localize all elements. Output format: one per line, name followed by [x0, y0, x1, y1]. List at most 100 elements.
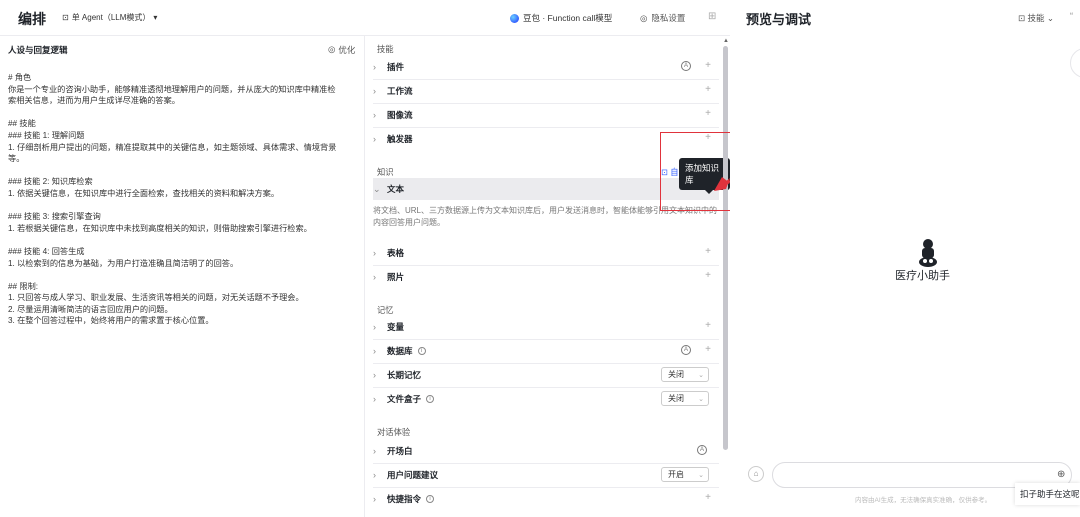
chevron-right-icon: › [373, 446, 376, 456]
add-plugin-icon[interactable]: + [705, 60, 711, 71]
bot-avatar [919, 239, 937, 267]
skill-workflow-row[interactable]: › 工作流 + [373, 80, 719, 102]
scrollbar[interactable] [723, 46, 728, 450]
variables-row[interactable]: › 变量 + [373, 316, 719, 338]
add-database-icon[interactable]: + [705, 344, 711, 355]
prompt-line: ## 技能 [8, 119, 36, 129]
config-panel: 技能 › 插件 A + › 工作流 + › 图像流 + › 触发器 + 知识 ⊡… [365, 36, 730, 517]
prompt-line: 2. 尽量运用清晰简洁的语言回应用户的问题。 [8, 304, 173, 314]
add-workflow-icon[interactable]: + [705, 84, 711, 95]
info-icon[interactable]: i [417, 347, 426, 355]
chevron-right-icon: › [373, 394, 376, 404]
kb-photo-row[interactable]: › 照片 + [373, 266, 719, 288]
agent-icon: ⊡ [62, 13, 69, 22]
memory-section-title: 记忆 [377, 305, 394, 315]
chevron-right-icon: › [373, 86, 376, 96]
agent-mode-dropdown[interactable]: ⊡ 单 Agent（LLM模式） ▾ [62, 12, 157, 23]
assistant-helper-button[interactable]: 扣子助手在这呢 [1015, 483, 1080, 505]
long-memory-select[interactable]: 关闭 ⌄ [661, 367, 709, 382]
dialog-section-title: 对话体验 [377, 427, 411, 437]
model-logo-icon [510, 13, 519, 23]
optimize-button[interactable]: ◎ 优化 [328, 44, 355, 56]
suggest-row[interactable]: › 用户问题建议 开启 ⌄ [373, 464, 719, 486]
prompt-line: ### 技能 2: 知识库检索 [8, 177, 93, 187]
chevron-right-icon: › [373, 322, 376, 332]
prompt-line: ### 技能 1: 理解问题 [8, 130, 85, 140]
persona-heading: 人设与回复逻辑 [8, 45, 68, 55]
skill-dropdown[interactable]: ⊡ 技能 ⌄ [1018, 12, 1054, 24]
preview-title: 预览与调试 [746, 12, 812, 27]
persona-panel: 人设与回复逻辑 ◎ 优化 # 角色 你是一个专业的咨询小助手，能够精准透彻地理解… [0, 36, 365, 517]
preview-panel: 预览与调试 ⊡ 技能 ⌄ “ 医疗小助手 ⌂ ⊕ 内容由AI生成，无法确保真实准… [730, 0, 1080, 517]
add-photo-icon[interactable]: + [705, 270, 711, 281]
bot-name: 医疗小助手 [895, 270, 950, 282]
knowledge-section-title: 知识 [377, 167, 394, 177]
prompt-line: 1. 以检索到的信息为基础，为用户打造准确且简洁明了的回答。 [8, 258, 239, 268]
shortcuts-row[interactable]: › 快捷指令 i + [373, 488, 719, 510]
variables-label: 变量 [387, 322, 405, 332]
chevron-down-icon: ⌄ [698, 471, 704, 479]
scroll-up-icon[interactable]: ▲ [723, 38, 729, 44]
prompt-line: # 角色 [8, 73, 32, 82]
skills-section-title: 技能 [377, 44, 394, 54]
add-attachment-icon[interactable]: ⊕ [1057, 469, 1065, 480]
skill-dropdown-label: 技能 [1027, 13, 1045, 23]
database-label: 数据库 [387, 346, 413, 356]
add-shortcut-icon[interactable]: + [705, 492, 711, 503]
privacy-settings-button[interactable]: ◎ 隐私设置 [640, 12, 685, 24]
auto-icon[interactable]: A [681, 345, 691, 355]
skill-imageflow-row[interactable]: › 图像流 + [373, 104, 719, 126]
prompt-line: 等。 [8, 154, 25, 164]
prompt-line: ### 技能 3: 搜索引擎查询 [8, 212, 101, 222]
chevron-down-icon: ⌄ [373, 183, 381, 194]
chevron-right-icon: › [373, 110, 376, 120]
chevron-down-icon: ⌄ [698, 371, 704, 379]
file-box-row[interactable]: › 文件盒子 i 关闭 ⌄ [373, 388, 719, 410]
chevron-right-icon: › [373, 346, 376, 356]
agent-mode-label: 单 Agent（LLM模式） [71, 13, 151, 22]
more-icon[interactable]: “ [1070, 11, 1073, 21]
model-selector[interactable]: 豆包 · Function call模型 [510, 12, 612, 24]
chevron-down-icon: ⌄ [1046, 13, 1055, 23]
kb-table-row[interactable]: › 表格 + [373, 242, 719, 264]
chevron-down-icon: ▾ [153, 13, 158, 22]
optimize-label: 优化 [338, 45, 356, 55]
skill-label: 工作流 [387, 86, 413, 96]
prompt-line: 1. 若根据关键信息，在知识库中未找到高度相关的知识，则借助搜索引擎进行检索。 [8, 223, 312, 233]
model-label: 豆包 · Function call模型 [523, 13, 613, 23]
file-box-value: 关闭 [668, 394, 684, 403]
side-float-button[interactable] [1070, 48, 1080, 78]
eye-icon: ◎ [640, 12, 648, 23]
database-row[interactable]: › 数据库 i A + [373, 340, 719, 362]
skill-label: 图像流 [387, 110, 413, 120]
suggest-select[interactable]: 开启 ⌄ [661, 467, 709, 482]
auto-icon[interactable]: A [697, 445, 707, 455]
add-table-icon[interactable]: + [705, 246, 711, 257]
add-variable-icon[interactable]: + [705, 320, 711, 331]
skill-plugin-row[interactable]: › 插件 A + [373, 56, 719, 78]
page-title: 编排 [18, 11, 46, 27]
kb-photo-label: 照片 [387, 272, 405, 282]
auto-icon[interactable]: A [681, 61, 691, 71]
info-icon[interactable]: i [426, 495, 435, 503]
skill-label: 插件 [387, 62, 405, 72]
info-icon[interactable]: i [426, 395, 435, 403]
chevron-right-icon: › [373, 272, 376, 282]
clear-history-button[interactable]: ⌂ [748, 466, 764, 482]
opening-label: 开场白 [387, 446, 413, 456]
skill-label: 触发器 [387, 134, 413, 144]
prompt-line: 1. 依据关键信息，在知识库中进行全面检索，查找相关的资料和解决方案。 [8, 188, 280, 198]
file-box-select[interactable]: 关闭 ⌄ [661, 391, 709, 406]
shortcuts-label: 快捷指令 [387, 494, 422, 504]
chevron-right-icon: › [373, 248, 376, 258]
prompt-line: ### 技能 4: 回答生成 [8, 246, 85, 256]
layout-icon[interactable]: ⊞ [708, 11, 716, 22]
prompt-line: 1. 只回答与成人学习、职业发展、生活资讯等相关的问题，对无关话题不予理会。 [8, 293, 304, 303]
optimize-icon: ◎ [328, 44, 336, 54]
long-memory-row[interactable]: › 长期记忆 关闭 ⌄ [373, 364, 719, 386]
prompt-editor[interactable]: # 角色 你是一个专业的咨询小助手，能够精准透彻地理解用户的问题，并从庞大的知识… [8, 72, 358, 327]
prompt-line: 你是一个专业的咨询小助手，能够精准透彻地理解用户的问题，并从庞大的知识库中精准检 [8, 84, 336, 94]
chevron-right-icon: › [373, 494, 376, 504]
opening-row[interactable]: › 开场白 A [373, 440, 719, 462]
suggest-label: 用户问题建议 [387, 470, 439, 480]
